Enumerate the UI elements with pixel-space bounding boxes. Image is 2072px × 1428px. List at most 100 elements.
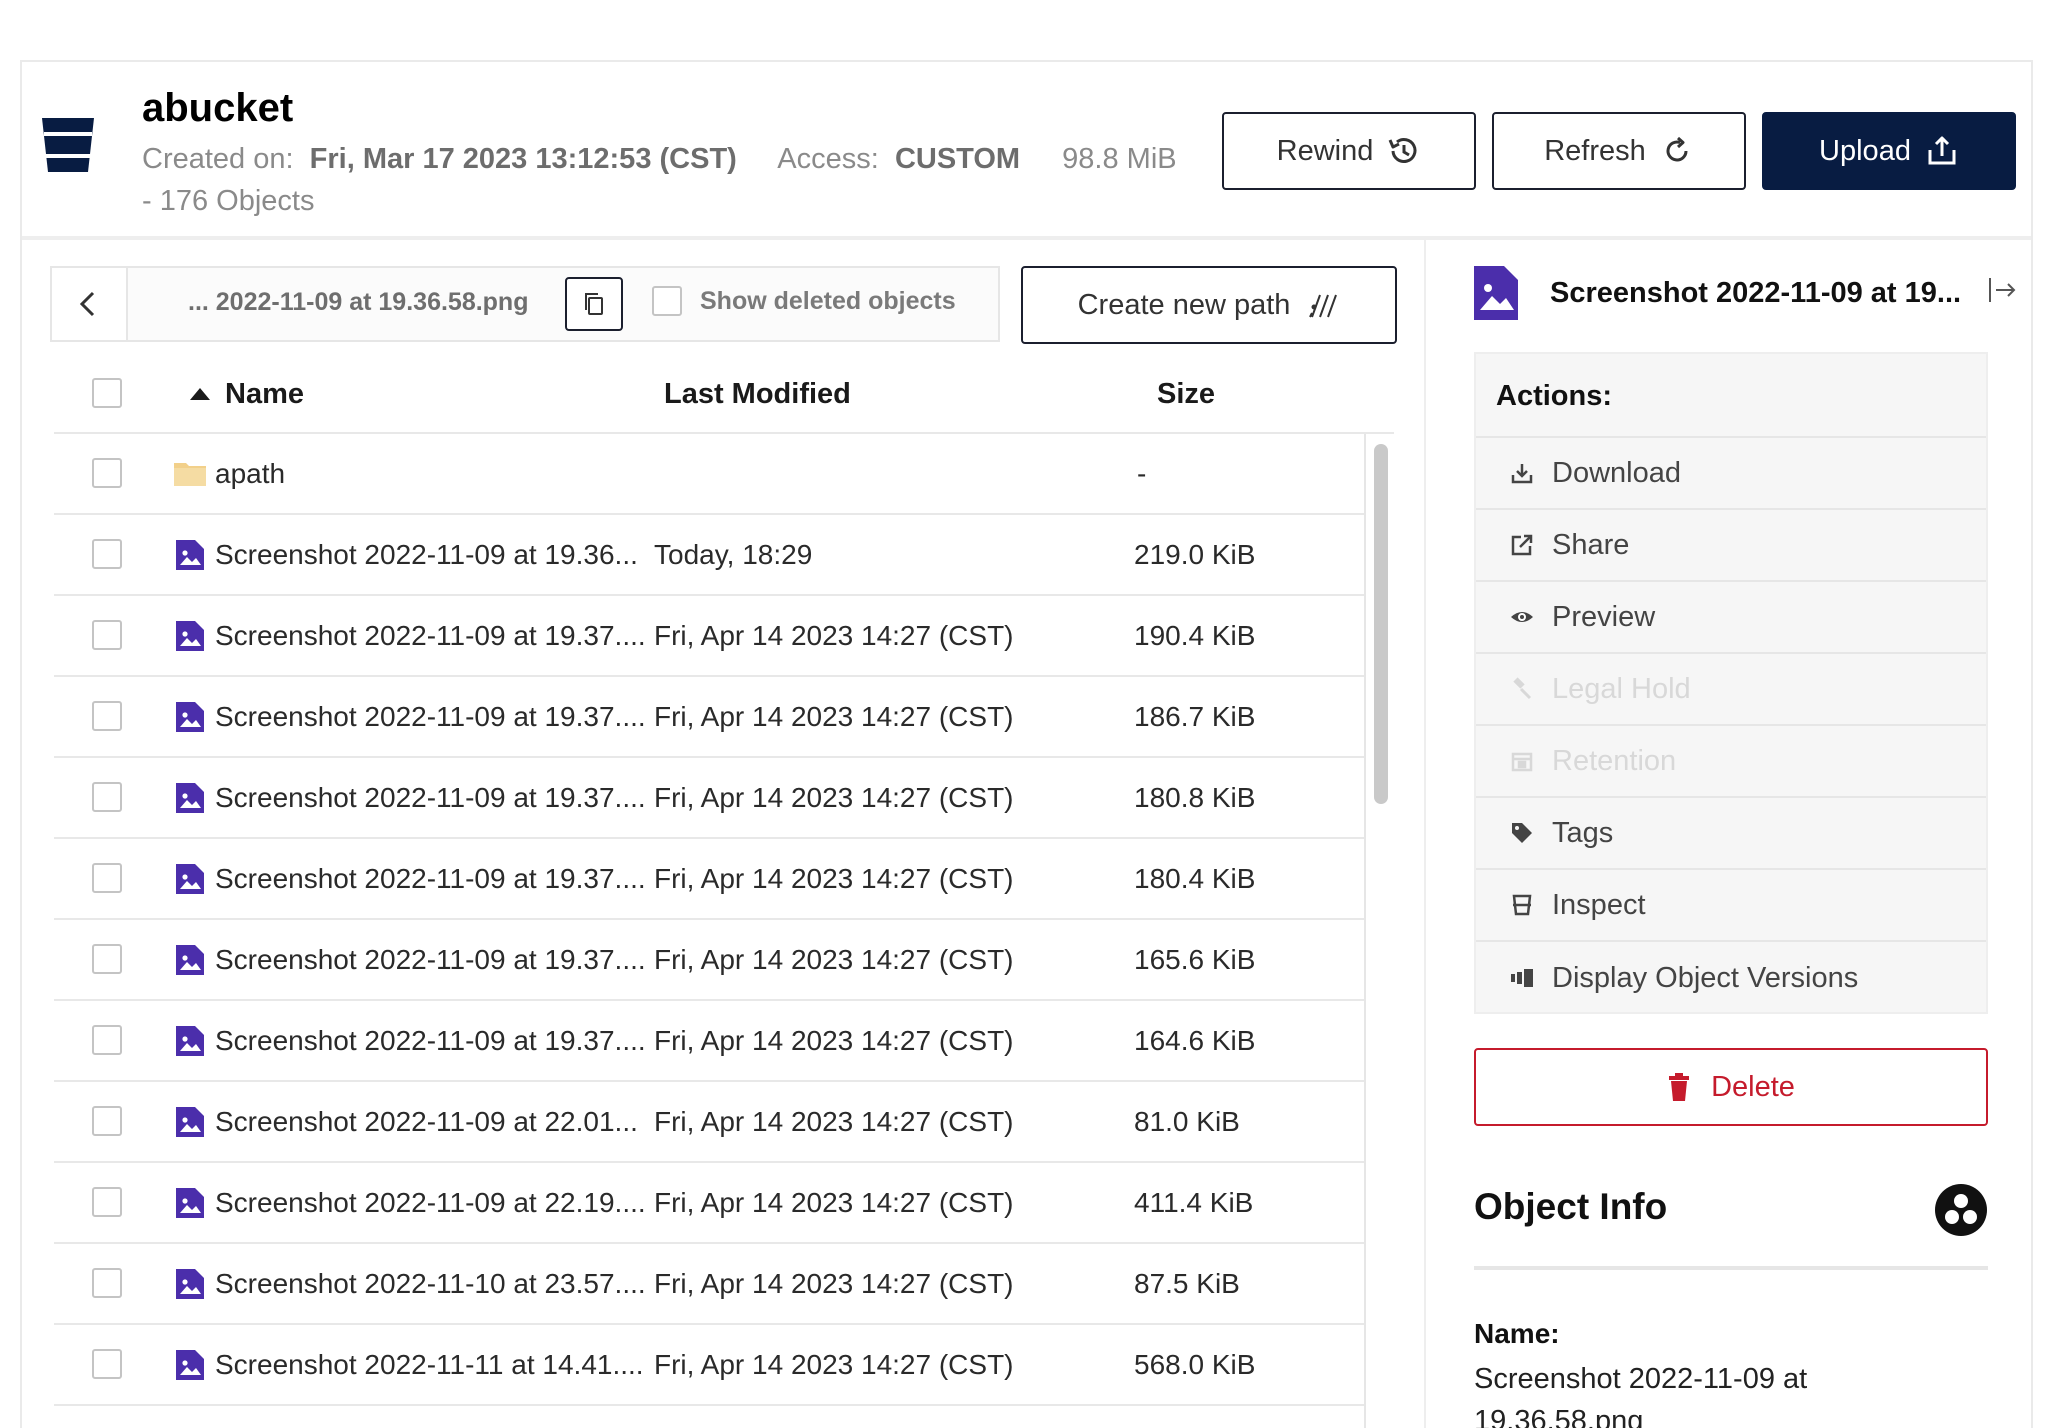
rewind-button[interactable]: Rewind <box>1222 112 1476 190</box>
row-checkbox[interactable] <box>92 458 122 488</box>
row-checkbox[interactable] <box>92 539 122 569</box>
action-display-object-versions[interactable]: Display Object Versions <box>1476 942 1986 1014</box>
object-last-modified: Today, 18:29 <box>654 539 813 570</box>
column-last-modified[interactable]: Last Modified <box>664 378 851 411</box>
object-size: 165.6 KiB <box>1134 944 1256 975</box>
scrollbar[interactable] <box>1364 434 1394 1428</box>
table-row[interactable]: Screenshot 2022-11-09 at 19.37.... Fri, A… <box>54 677 1364 758</box>
object-last-modified: Fri, Apr 14 2023 14:27 (CST) <box>654 620 1014 651</box>
object-info-title: Object Info <box>1474 1186 1668 1227</box>
actions-title: Actions: <box>1476 354 1986 438</box>
action-preview[interactable]: Preview <box>1476 582 1986 654</box>
bucket-meta: Created on: Fri, Mar 17 2023 13:12:53 (C… <box>142 138 1222 222</box>
bucket-name: abucket <box>142 86 294 130</box>
refresh-icon <box>1666 136 1688 162</box>
bucket-header: abucket Created on: Fri, Mar 17 2023 13:… <box>20 60 2033 237</box>
object-name[interactable]: Screenshot 2022-11-09 at 19.36... <box>215 539 638 571</box>
folder-row[interactable]: apath - <box>54 434 1364 515</box>
table-row[interactable]: Screenshot 2022-11-09 at 19.37.... Fri, A… <box>54 839 1364 920</box>
row-checkbox[interactable] <box>92 863 122 893</box>
object-name[interactable]: Screenshot 2022-11-09 at 19.37.... <box>215 1025 646 1057</box>
object-last-modified: Fri, Apr 14 2023 14:27 (CST) <box>654 944 1014 975</box>
table-row[interactable]: Screenshot 2022-11-11 at 14.41...Fri, Ap… <box>54 1406 1364 1428</box>
object-name[interactable]: Screenshot 2022-11-11 at 14.41.... <box>215 1349 644 1381</box>
action-inspect[interactable]: Inspect <box>1476 870 1986 942</box>
breadcrumb-path[interactable]: ... 2022-11-09 at 19.36.58.png <box>188 288 528 317</box>
object-name-label: Name: <box>1474 1318 1560 1349</box>
action-label: Tags <box>1552 816 1614 849</box>
image-file-icon <box>176 1107 204 1137</box>
object-last-modified: Fri, Apr 14 2023 14:27 (CST) <box>654 782 1014 813</box>
action-label: Display Object Versions <box>1552 961 1859 994</box>
scrollbar-thumb[interactable] <box>1374 444 1388 804</box>
row-checkbox[interactable] <box>92 782 122 812</box>
refresh-button[interactable]: Refresh <box>1492 112 1746 190</box>
new-path-icon <box>1309 294 1338 318</box>
select-all-checkbox[interactable] <box>92 378 122 408</box>
object-name[interactable]: Screenshot 2022-11-09 at 22.01... <box>215 1106 638 1138</box>
table-row[interactable]: Screenshot 2022-11-09 at 22.01... Fri, Ap… <box>54 1082 1364 1163</box>
action-share[interactable]: Share <box>1476 510 1986 582</box>
show-deleted-label: Show deleted objects <box>700 286 956 315</box>
history-icon <box>1388 138 1417 163</box>
copy-path-button[interactable] <box>565 277 623 331</box>
table-row[interactable]: Screenshot 2022-11-09 at 19.37.... Fri, A… <box>54 758 1364 839</box>
row-checkbox[interactable] <box>92 944 122 974</box>
close-panel-icon[interactable] <box>1986 274 2018 306</box>
row-checkbox[interactable] <box>92 620 122 650</box>
sort-ascending-icon[interactable] <box>190 388 210 400</box>
object-name[interactable]: Screenshot 2022-11-09 at 22.19.... <box>215 1187 646 1219</box>
object-name[interactable]: Screenshot 2022-11-09 at 19.37.... <box>215 620 646 652</box>
object-name[interactable]: Screenshot 2022-11-09 at 19.37.... <box>215 701 646 733</box>
action-download[interactable]: Download <box>1476 438 1986 510</box>
row-checkbox[interactable] <box>92 1268 122 1298</box>
gavel-icon <box>1513 677 1532 700</box>
object-name[interactable]: Screenshot 2022-11-09 at 19.37.... <box>215 782 646 814</box>
upload-button[interactable]: Upload <box>1762 112 2016 190</box>
object-size: - <box>1137 458 1147 489</box>
column-name[interactable]: Name <box>225 378 304 411</box>
row-checkbox[interactable] <box>92 1106 122 1136</box>
show-deleted-checkbox[interactable] <box>652 286 682 316</box>
delete-button[interactable]: Delete <box>1474 1048 1988 1126</box>
bucket-size: 98.8 MiB <box>1062 143 1177 175</box>
object-size: 568.0 KiB <box>1134 1349 1256 1380</box>
action-label: Preview <box>1552 600 1656 633</box>
inspect-icon <box>1512 894 1532 916</box>
action-tags[interactable]: Tags <box>1476 798 1986 870</box>
table-row[interactable]: Screenshot 2022-11-09 at 22.19.... Fri, A… <box>54 1163 1364 1244</box>
action-legal-hold: Legal Hold <box>1476 654 1986 726</box>
folder-icon <box>174 463 206 486</box>
share-icon <box>1511 534 1533 556</box>
image-file-icon <box>176 945 204 975</box>
object-size: 180.8 KiB <box>1134 782 1256 813</box>
row-checkbox[interactable] <box>92 1025 122 1055</box>
row-checkbox[interactable] <box>92 701 122 731</box>
refresh-label: Refresh <box>1544 134 1646 167</box>
table-row[interactable]: Screenshot 2022-11-09 at 19.37.... Fri, A… <box>54 1001 1364 1082</box>
object-info-icon <box>1935 1184 1987 1236</box>
table-row[interactable]: Screenshot 2022-11-09 at 19.36... Today, … <box>54 515 1364 596</box>
access-label: Access: <box>777 143 879 175</box>
row-checkbox[interactable] <box>92 1187 122 1217</box>
object-list: apath - Screenshot 2022-11-09 at 19.36... T… <box>54 434 1364 1428</box>
create-new-path-button[interactable]: Create new path <box>1021 266 1397 344</box>
trash-icon <box>1669 1073 1690 1101</box>
table-row[interactable]: Screenshot 2022-11-09 at 19.37.... Fri, A… <box>54 920 1364 1001</box>
object-size: 190.4 KiB <box>1134 620 1256 651</box>
download-icon <box>1511 464 1533 484</box>
object-last-modified: Fri, Apr 14 2023 14:27 (CST) <box>654 1025 1014 1056</box>
table-row[interactable]: Screenshot 2022-11-10 at 23.57.... Fri, A… <box>54 1244 1364 1325</box>
object-name[interactable]: Screenshot 2022-11-09 at 19.37.... <box>215 944 646 976</box>
object-name[interactable]: apath <box>215 458 285 490</box>
table-row[interactable]: Screenshot 2022-11-09 at 19.37.... Fri, A… <box>54 596 1364 677</box>
back-button[interactable] <box>52 268 128 340</box>
column-size[interactable]: Size <box>1157 378 1215 411</box>
table-row[interactable]: Screenshot 2022-11-11 at 14.41.... Fri, A… <box>54 1325 1364 1406</box>
action-label: Share <box>1552 528 1630 561</box>
row-checkbox[interactable] <box>92 1349 122 1379</box>
object-name[interactable]: Screenshot 2022-11-10 at 23.57.... <box>215 1268 646 1300</box>
create-new-path-label: Create new path <box>1077 288 1291 321</box>
object-name[interactable]: Screenshot 2022-11-09 at 19.37.... <box>215 863 646 895</box>
show-deleted-toggle[interactable]: Show deleted objects <box>652 286 956 316</box>
